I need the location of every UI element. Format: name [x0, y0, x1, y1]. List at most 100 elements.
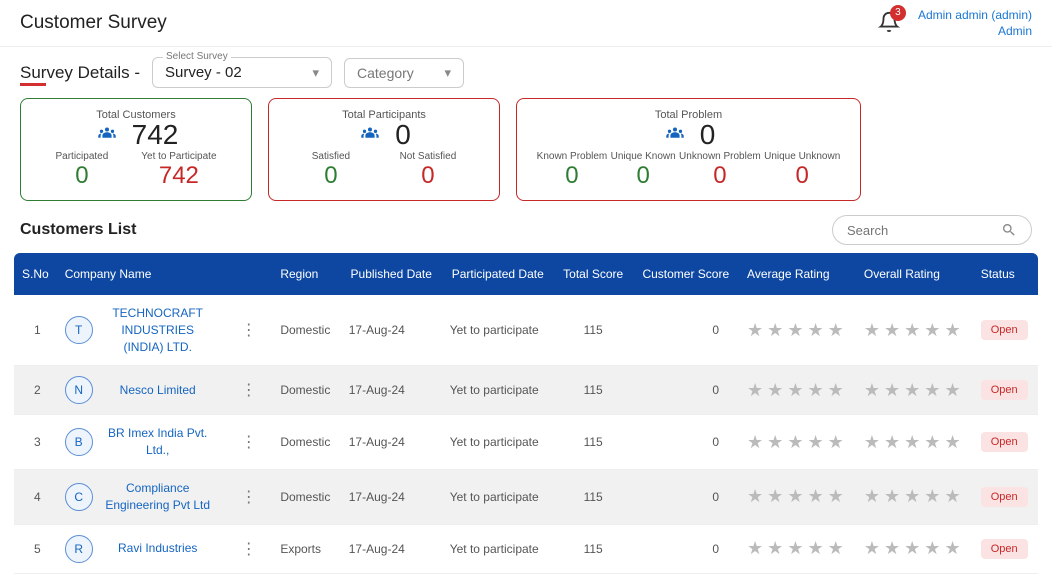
- column-header[interactable]: Average Rating: [739, 253, 856, 295]
- cell-company: NNesco Limited: [57, 366, 227, 415]
- people-icon: [357, 124, 383, 146]
- column-header[interactable]: Overall Rating: [856, 253, 973, 295]
- row-menu-button[interactable]: ⋮: [235, 382, 263, 399]
- cell-avg-rating: ★★★★★: [739, 524, 856, 573]
- star-icon: ★: [787, 538, 803, 559]
- column-header[interactable]: [227, 253, 273, 295]
- cell-avg-rating: ★★★★★: [739, 415, 856, 470]
- status-badge[interactable]: Open: [981, 380, 1028, 400]
- notification-badge: 3: [890, 5, 906, 21]
- cell-sno: 3: [14, 415, 57, 470]
- people-icon: [94, 124, 120, 146]
- column-header[interactable]: Participated Date: [442, 253, 554, 295]
- cell-customer-score: 0: [633, 524, 739, 573]
- avatar: T: [65, 316, 93, 344]
- cell-customer-score: 0: [633, 469, 739, 524]
- search-input[interactable]: [847, 223, 997, 238]
- notification-button[interactable]: 3: [878, 11, 900, 36]
- cell-total-score: 115: [554, 295, 633, 366]
- table-body: 1 TTECHNOCRAFT INDUSTRIES (INDIA) LTD. ⋮…: [14, 295, 1038, 573]
- status-badge[interactable]: Open: [981, 432, 1028, 452]
- survey-details-label: Survey Details -: [20, 63, 140, 83]
- card-metric-value: 742: [141, 162, 216, 190]
- card-metric-label: Unique Known: [611, 151, 676, 162]
- cell-menu: ⋮: [227, 524, 273, 573]
- card-metric: Unknown Problem0: [679, 151, 761, 190]
- select-survey-dropdown[interactable]: Select Survey Survey - 02 ▾: [152, 57, 332, 88]
- avatar: C: [65, 483, 93, 511]
- star-icon: ★: [767, 486, 783, 507]
- company-name-link[interactable]: BR Imex India Pvt. Ltd.,: [103, 425, 213, 459]
- status-badge[interactable]: Open: [981, 487, 1028, 507]
- card-metric-value: 0: [55, 162, 108, 190]
- summary-card: Total Customers 742 Participated0Yet to …: [20, 98, 252, 201]
- cell-menu: ⋮: [227, 415, 273, 470]
- star-icon: ★: [904, 380, 920, 401]
- column-header[interactable]: Total Score: [554, 253, 633, 295]
- column-header[interactable]: Published Date: [341, 253, 442, 295]
- user-name: Admin admin (admin): [918, 8, 1032, 22]
- card-main-value: 0: [700, 119, 716, 151]
- chevron-down-icon: ▾: [312, 65, 319, 81]
- company-name-link[interactable]: Nesco Limited: [103, 382, 213, 399]
- row-menu-button[interactable]: ⋮: [235, 489, 263, 506]
- subheader: Survey Details - Select Survey Survey - …: [0, 47, 1052, 98]
- card-metric-label: Yet to Participate: [141, 151, 216, 162]
- star-rating: ★★★★★: [747, 320, 848, 341]
- star-icon: ★: [747, 486, 763, 507]
- row-menu-button[interactable]: ⋮: [235, 434, 263, 451]
- list-header: Customers List: [0, 215, 1052, 253]
- cell-status: Open: [973, 366, 1038, 415]
- avatar: B: [65, 428, 93, 456]
- card-metric-label: Participated: [55, 151, 108, 162]
- star-icon: ★: [944, 538, 960, 559]
- card-row: Known Problem0Unique Known0Unknown Probl…: [535, 151, 842, 190]
- column-header[interactable]: Status: [973, 253, 1038, 295]
- cell-company: RRavi Industries: [57, 524, 227, 573]
- star-icon: ★: [864, 380, 880, 401]
- search-box[interactable]: [832, 215, 1032, 245]
- cell-sno: 2: [14, 366, 57, 415]
- star-icon: ★: [884, 538, 900, 559]
- status-badge[interactable]: Open: [981, 539, 1028, 559]
- row-menu-button[interactable]: ⋮: [235, 322, 263, 339]
- star-icon: ★: [944, 432, 960, 453]
- column-header[interactable]: Customer Score: [633, 253, 739, 295]
- cell-total-score: 115: [554, 415, 633, 470]
- card-main-value: 0: [395, 119, 411, 151]
- star-icon: ★: [828, 432, 844, 453]
- star-icon: ★: [944, 320, 960, 341]
- cell-customer-score: 0: [633, 415, 739, 470]
- page-title: Customer Survey: [20, 12, 167, 34]
- column-header[interactable]: Region: [272, 253, 340, 295]
- star-icon: ★: [864, 486, 880, 507]
- header-right: 3 Admin admin (admin) Admin: [878, 8, 1032, 38]
- card-metric-label: Known Problem: [537, 151, 608, 162]
- star-icon: ★: [924, 380, 940, 401]
- category-dropdown[interactable]: Category ▾: [344, 58, 464, 88]
- company-name-link[interactable]: TECHNOCRAFT INDUSTRIES (INDIA) LTD.: [103, 305, 213, 355]
- cell-avg-rating: ★★★★★: [739, 366, 856, 415]
- cell-region: Domestic: [272, 415, 340, 470]
- cell-status: Open: [973, 524, 1038, 573]
- star-icon: ★: [807, 486, 823, 507]
- user-menu[interactable]: Admin admin (admin) Admin: [918, 8, 1032, 38]
- card-metric-value: 0: [679, 162, 761, 190]
- status-badge[interactable]: Open: [981, 320, 1028, 340]
- company-name-link[interactable]: Ravi Industries: [103, 540, 213, 557]
- star-icon: ★: [884, 320, 900, 341]
- table-row: 3 B BR Imex India Pvt. Ltd., ⋮ Domestic 1…: [14, 415, 1038, 470]
- star-rating: ★★★★★: [747, 380, 848, 401]
- row-menu-button[interactable]: ⋮: [235, 541, 263, 558]
- star-icon: ★: [787, 432, 803, 453]
- column-header[interactable]: S.No: [14, 253, 57, 295]
- card-metric: Not Satisfied0: [400, 151, 457, 190]
- cell-sno: 5: [14, 524, 57, 573]
- app-header: Customer Survey 3 Admin admin (admin) Ad…: [0, 0, 1052, 47]
- table-row: 5 RRavi Industries ⋮ Exports 17-Aug-24 Y…: [14, 524, 1038, 573]
- star-icon: ★: [807, 380, 823, 401]
- company-name-link[interactable]: Compliance Engineering Pvt Ltd: [103, 480, 213, 514]
- customers-table-wrap: S.NoCompany Name RegionPublished DatePart…: [0, 253, 1052, 574]
- column-header[interactable]: Company Name: [57, 253, 227, 295]
- star-icon: ★: [828, 538, 844, 559]
